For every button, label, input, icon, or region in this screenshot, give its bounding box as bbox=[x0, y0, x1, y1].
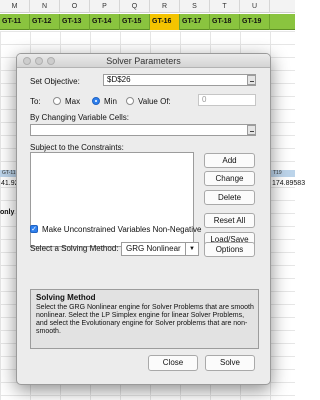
objective-field[interactable]: $D$26 bbox=[103, 74, 256, 86]
cell-gt-11[interactable]: GT-11 bbox=[0, 14, 30, 30]
max-radio[interactable] bbox=[53, 97, 61, 105]
dialog-title: Solver Parameters bbox=[106, 56, 181, 66]
close-button[interactable]: Close bbox=[148, 355, 198, 371]
set-objective-label: Set Objective: bbox=[30, 77, 80, 86]
solving-method-description: Select the GRG Nonlinear engine for Solv… bbox=[36, 304, 254, 335]
solver-dialog: Solver Parameters Set Objective: $D$26 T… bbox=[16, 53, 271, 385]
cell-gt-15[interactable]: GT-15 bbox=[120, 14, 150, 30]
nonnegative-checkbox[interactable]: ✓ bbox=[30, 225, 38, 233]
column-header-r[interactable]: R bbox=[150, 0, 180, 13]
value-of-radio[interactable] bbox=[126, 97, 134, 105]
column-header-m[interactable]: M bbox=[0, 0, 30, 13]
delete-button[interactable]: Delete bbox=[204, 190, 255, 205]
column-header-t[interactable]: T bbox=[210, 0, 240, 13]
column-header-q[interactable]: Q bbox=[120, 0, 150, 13]
change-button[interactable]: Change bbox=[204, 171, 255, 186]
cell-gt-17[interactable]: GT-17 bbox=[180, 14, 210, 30]
nonnegative-label[interactable]: Make Unconstrained Variables Non-Negativ… bbox=[42, 225, 202, 234]
reset-all-button[interactable]: Reset All bbox=[204, 213, 255, 228]
changing-cells-field[interactable] bbox=[30, 124, 256, 136]
dialog-titlebar[interactable]: Solver Parameters bbox=[17, 54, 270, 68]
objective-collapse-icon[interactable] bbox=[247, 75, 256, 85]
column-header-o[interactable]: O bbox=[60, 0, 90, 13]
method-label: Select a Solving Method: bbox=[30, 244, 119, 253]
changing-cells-label: By Changing Variable Cells: bbox=[30, 113, 130, 122]
solving-method-panel: Solving Method Select the GRG Nonlinear … bbox=[30, 289, 259, 349]
gt-header-row: GT-11 GT-12 GT-13 GT-14 GT-15 GT-16 GT-1… bbox=[0, 14, 295, 30]
to-label: To: bbox=[30, 97, 41, 106]
options-button[interactable]: Options bbox=[204, 242, 255, 257]
column-headers: M N O P Q R S T U bbox=[0, 0, 295, 13]
column-header-s[interactable]: S bbox=[180, 0, 210, 13]
dropdown-arrow-icon: ▼ bbox=[185, 243, 198, 255]
cell-gt-16[interactable]: GT-16 bbox=[150, 14, 180, 30]
left-header-cell[interactable]: GT-11 bbox=[0, 170, 16, 177]
right-value-cell[interactable]: 174.89583 bbox=[272, 180, 305, 187]
add-button[interactable]: Add bbox=[204, 153, 255, 168]
constraints-label: Subject to the Constraints: bbox=[30, 143, 124, 152]
cell-gt-13[interactable]: GT-13 bbox=[60, 14, 90, 30]
column-header-n[interactable]: N bbox=[30, 0, 60, 13]
solving-method-title: Solving Method bbox=[36, 293, 96, 302]
right-header-cell[interactable]: T19 bbox=[271, 170, 295, 177]
min-label[interactable]: Min bbox=[104, 97, 117, 106]
value-of-label[interactable]: Value Of: bbox=[138, 97, 171, 106]
column-header-u[interactable]: U bbox=[240, 0, 270, 13]
solve-button[interactable]: Solve bbox=[205, 355, 255, 371]
cell-gt-14[interactable]: GT-14 bbox=[90, 14, 120, 30]
value-of-field[interactable]: 0 bbox=[198, 94, 256, 106]
min-radio[interactable] bbox=[92, 97, 100, 105]
changing-cells-collapse-icon[interactable] bbox=[247, 125, 256, 135]
cell-gt-19[interactable]: GT-19 bbox=[240, 14, 270, 30]
method-select-value: GRG Nonlinear bbox=[126, 244, 181, 253]
cell-gt-12[interactable]: GT-12 bbox=[30, 14, 60, 30]
column-header-p[interactable]: P bbox=[90, 0, 120, 13]
max-label[interactable]: Max bbox=[65, 97, 80, 106]
method-select[interactable]: GRG Nonlinear ▼ bbox=[121, 242, 199, 256]
cell-gt-18[interactable]: GT-18 bbox=[210, 14, 240, 30]
